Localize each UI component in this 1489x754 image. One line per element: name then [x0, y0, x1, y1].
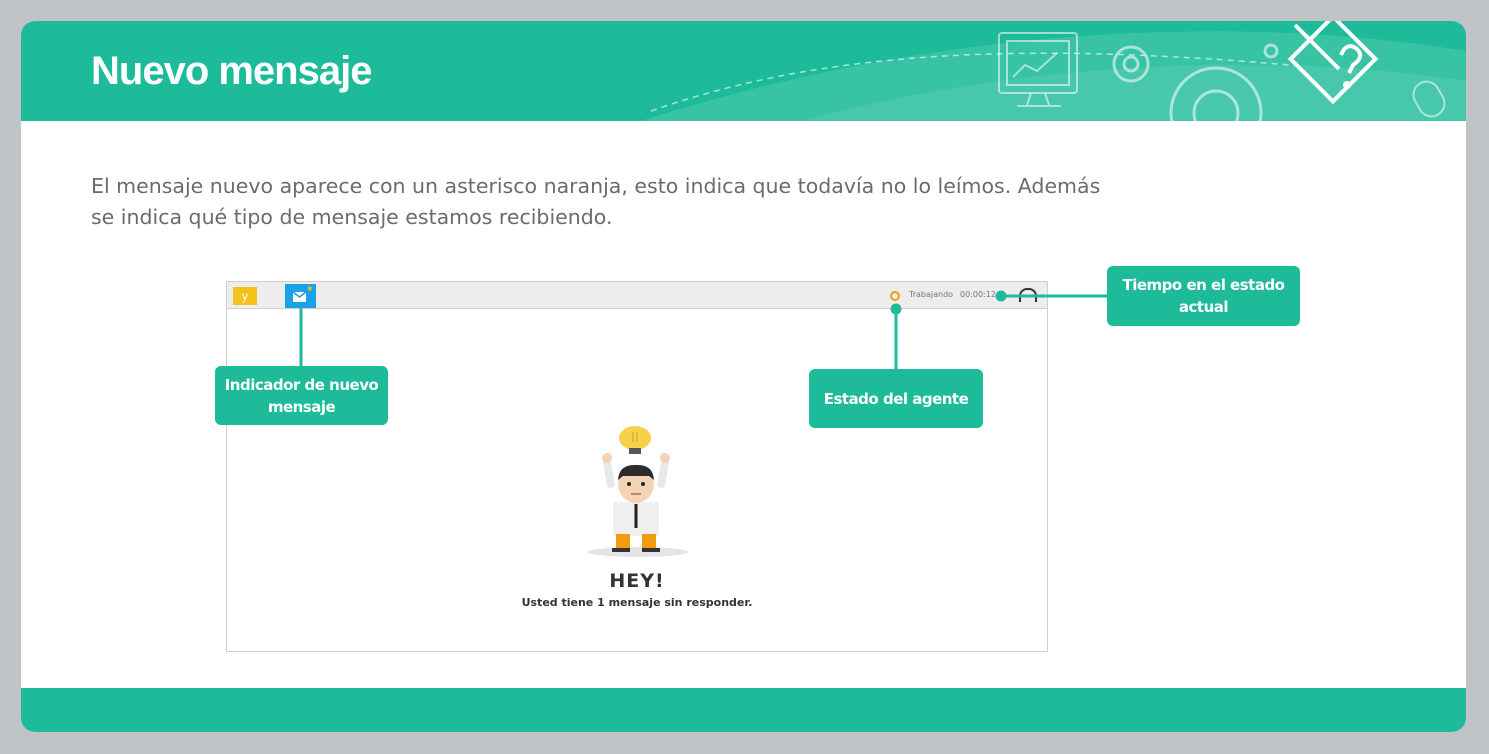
callout-new-message: Indicador de nuevo mensaje: [215, 366, 388, 425]
header-banner: Nuevo mensaje: [21, 21, 1466, 121]
app-top-bar: y * Trabajando 00:00:12: [227, 282, 1047, 309]
footer-bar: [21, 688, 1466, 732]
intro-line-2: se indica qué tipo de mensaje estamos re…: [91, 205, 613, 229]
empty-state-illustration: [588, 426, 688, 557]
mail-new-icon: *: [292, 284, 313, 302]
callout-agent-status: Estado del agente: [809, 369, 983, 428]
intro-text: El mensaje nuevo aparece con un asterisc…: [91, 171, 1171, 233]
new-message-tile[interactable]: *: [285, 284, 316, 308]
intro-line-1: El mensaje nuevo aparece con un asterisc…: [91, 174, 1101, 198]
empty-state-message: Usted tiene 1 mensaje sin responder.: [521, 596, 753, 609]
callout-time-in-state: Tiempo en el estado actual: [1107, 266, 1300, 326]
agent-status-label: Trabajando: [909, 290, 954, 299]
status-dot-icon[interactable]: [890, 291, 900, 301]
lightbulb-icon: [619, 426, 651, 454]
app-screenshot: y * Trabajando 00:00:12 HEY! Usted tiene…: [226, 281, 1048, 652]
svg-text:*: *: [307, 284, 313, 297]
slide: Nuevo mensaje El mensaje nuevo aparece c…: [21, 21, 1466, 732]
page-title: Nuevo mensaje: [91, 49, 372, 93]
empty-state-heading: HEY!: [609, 570, 665, 592]
state-timer: 00:00:12: [960, 290, 996, 299]
headset-icon[interactable]: [1019, 288, 1037, 302]
channel-tile[interactable]: y: [233, 287, 257, 305]
